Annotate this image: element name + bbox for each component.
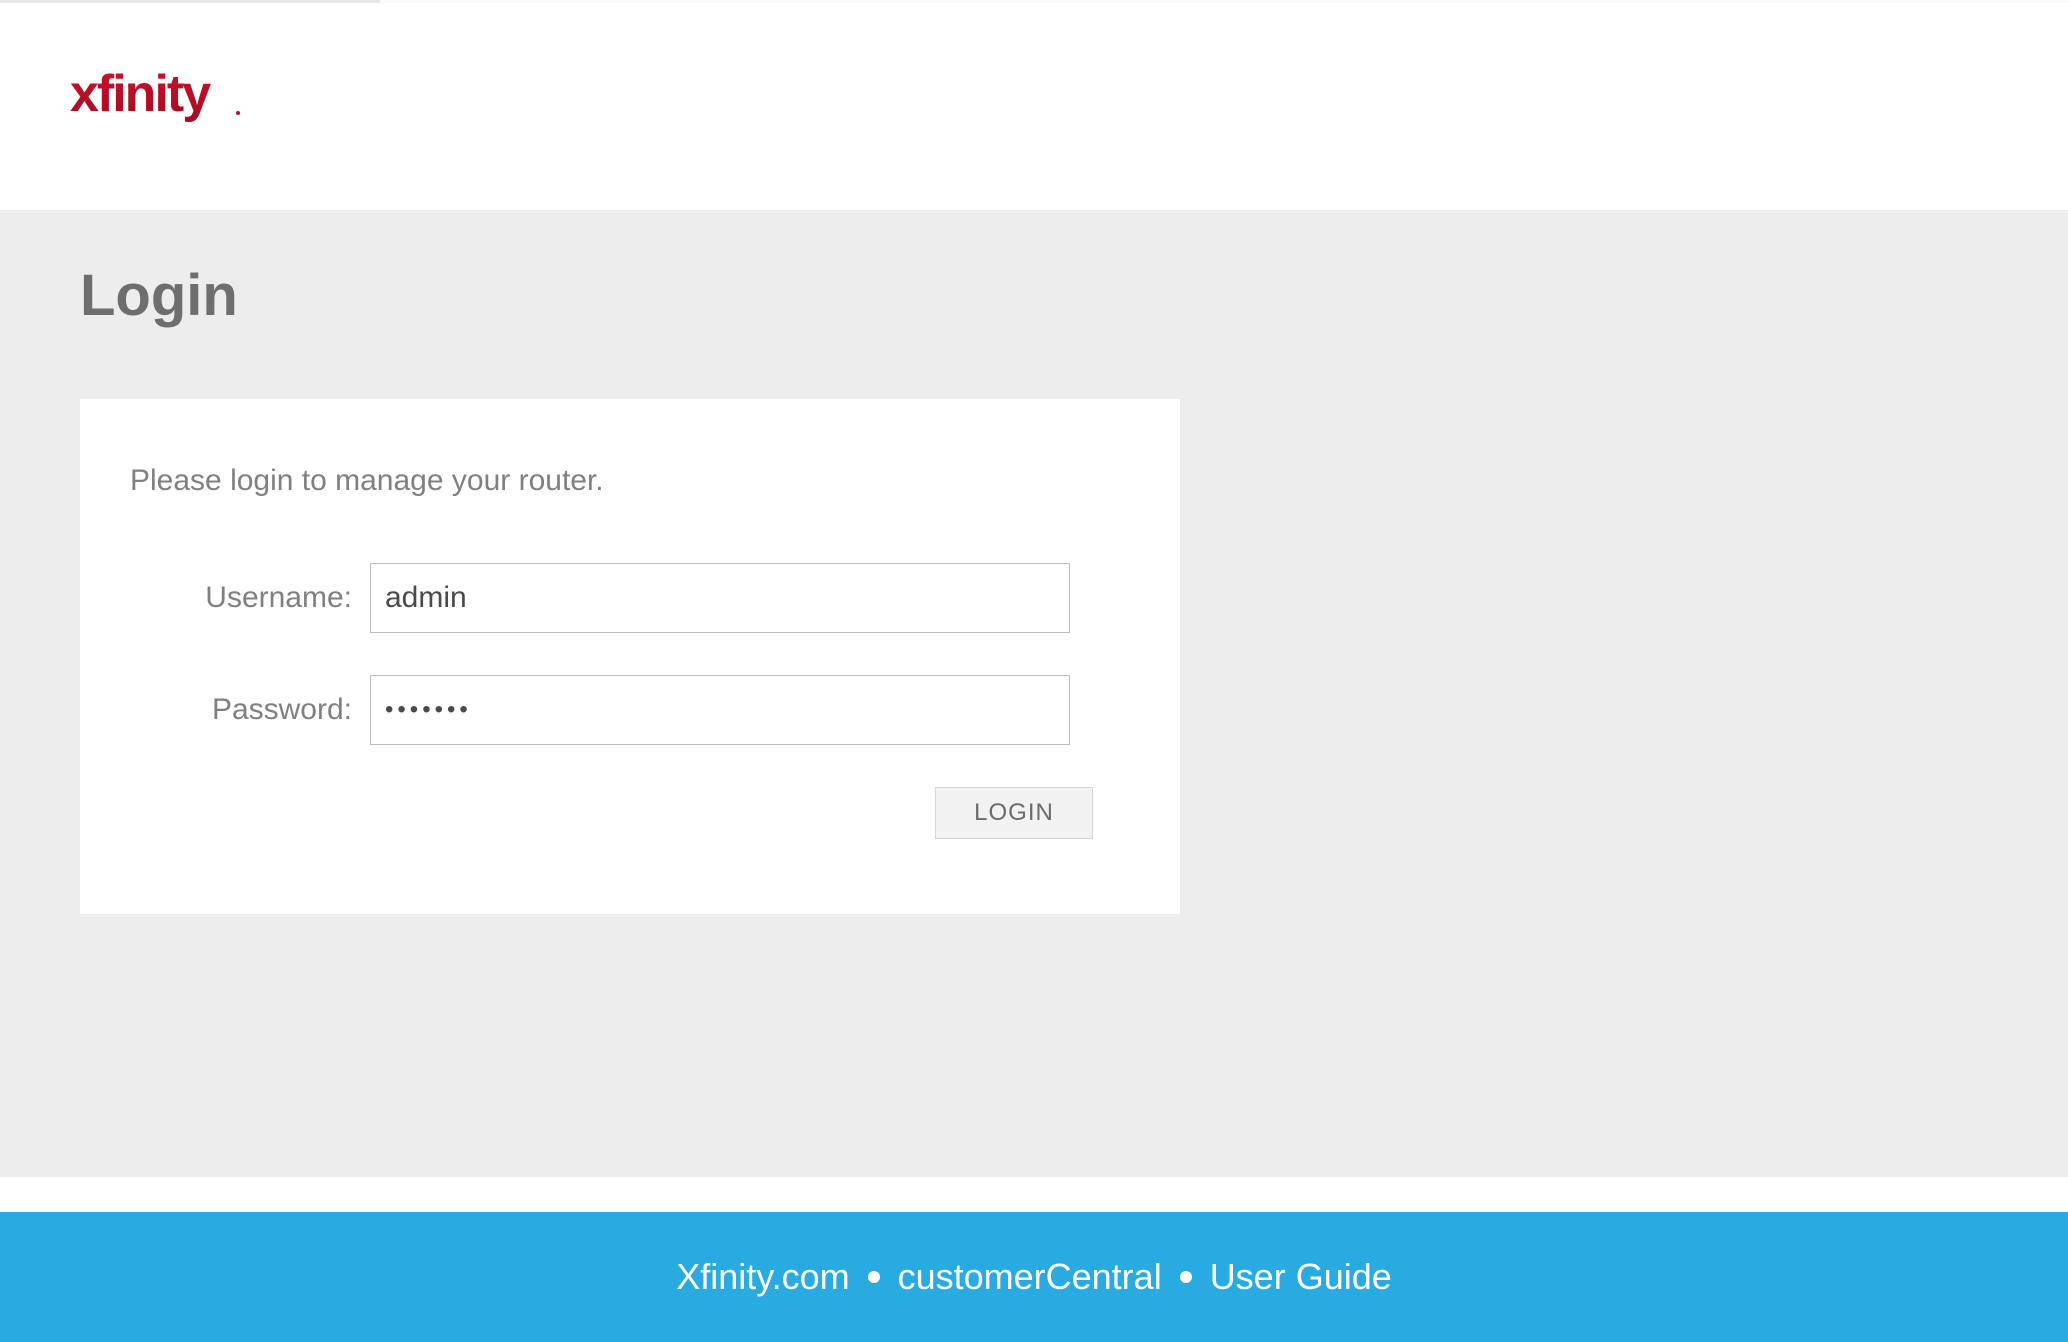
username-label: Username:: [155, 581, 370, 615]
header: xfinity: [0, 3, 2068, 210]
xfinity-logo: xfinity: [70, 63, 320, 140]
page-title: Login: [80, 262, 2068, 329]
login-button[interactable]: LOGIN: [935, 787, 1093, 839]
password-label: Password:: [155, 693, 370, 727]
svg-text:xfinity: xfinity: [70, 65, 211, 123]
password-row: Password:: [130, 675, 1130, 745]
login-card: Please login to manage your router. User…: [80, 399, 1180, 914]
username-row: Username:: [130, 563, 1130, 633]
login-instruction: Please login to manage your router.: [130, 464, 1130, 498]
footer-link-customer-central[interactable]: customerCentral: [898, 1256, 1162, 1298]
footer-link-user-guide[interactable]: User Guide: [1210, 1256, 1392, 1298]
bullet-icon: [1180, 1271, 1192, 1283]
footer-link-xfinity[interactable]: Xfinity.com: [676, 1256, 849, 1298]
username-input[interactable]: [370, 563, 1070, 633]
button-row: LOGIN: [130, 787, 1130, 839]
footer-links: Xfinity.com customerCentral User Guide: [676, 1256, 1392, 1298]
bullet-icon: [868, 1271, 880, 1283]
content-area: Login Please login to manage your router…: [0, 207, 2068, 1177]
footer: Xfinity.com customerCentral User Guide: [0, 1212, 2068, 1342]
password-input[interactable]: [370, 675, 1070, 745]
